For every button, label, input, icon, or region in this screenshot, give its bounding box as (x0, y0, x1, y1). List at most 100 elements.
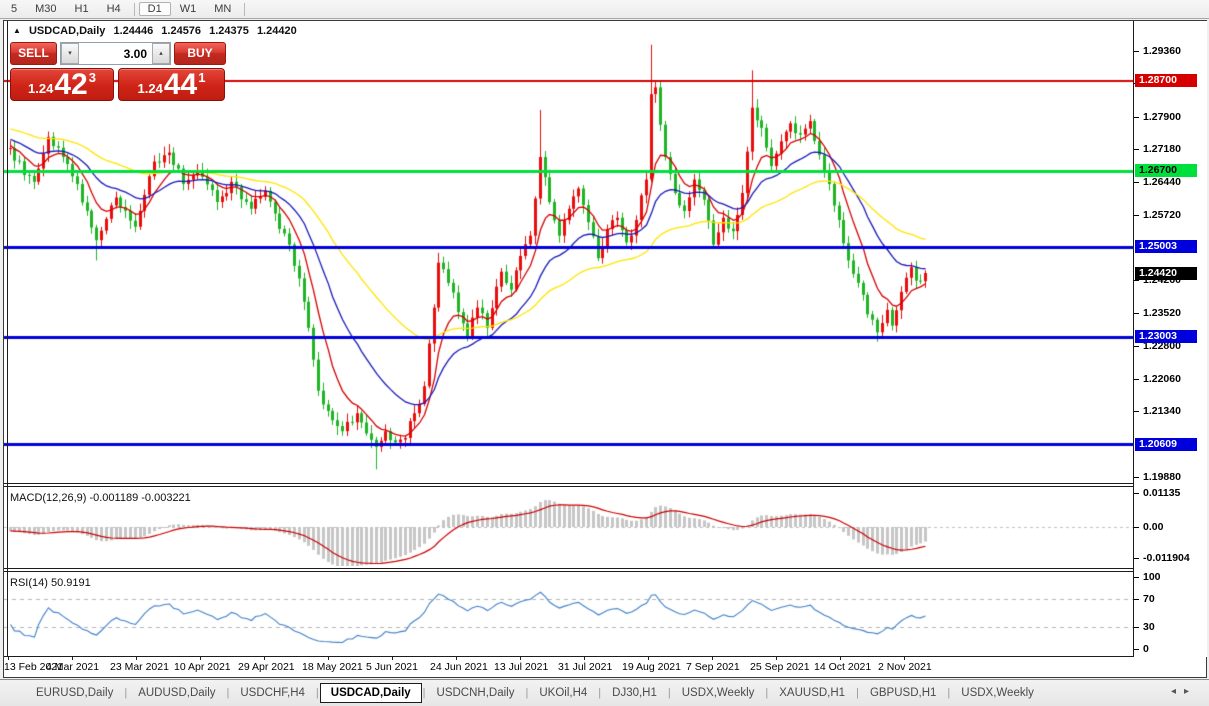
time-axis-tick (200, 657, 201, 660)
time-axis-tick (328, 657, 329, 660)
rsi-indicator-canvas[interactable] (4, 573, 1133, 655)
level-price-badge-1.20609: 1.20609 (1135, 438, 1197, 451)
volume-spinner: ▾ ▴ (60, 42, 171, 65)
macd-axis-label: 0.00 (1143, 521, 1163, 533)
level-price-badge-1.23003: 1.23003 (1135, 330, 1197, 343)
macd-axis-label: 0.01135 (1143, 487, 1180, 499)
price-axis-tick (1134, 215, 1139, 216)
rsi-label: RSI(14) 50.9191 (10, 577, 91, 589)
collapse-objects-icon[interactable]: ▲ (13, 26, 21, 35)
toolbar-separator (244, 3, 245, 16)
price-axis-tick (1134, 313, 1139, 314)
buy-price-pips: 44 (164, 72, 197, 98)
macd-pane-separator[interactable] (4, 483, 1207, 484)
chart-title: ▲ USDCAD,Daily 1.24446 1.24576 1.24375 1… (13, 25, 297, 37)
buy-price-display[interactable]: 1.24 44 1 (118, 68, 225, 101)
buy-button[interactable]: BUY (174, 42, 226, 65)
rsi-axis-label: 0 (1143, 643, 1149, 655)
level-price-badge-1.26700: 1.26700 (1135, 164, 1197, 177)
chart-tab-usdcnh-daily[interactable]: USDCNH,Daily (427, 683, 525, 703)
time-axis-tick (904, 657, 905, 660)
timeframe-button-mn[interactable]: MN (205, 2, 240, 16)
time-axis-date-label: 2 Nov 2021 (878, 661, 932, 673)
rsi-axis-tick (1134, 599, 1139, 600)
sell-price-display[interactable]: 1.24 42 3 (10, 68, 114, 101)
price-axis-tick (1134, 149, 1139, 150)
chart-tab-dj30-h1[interactable]: DJ30,H1 (602, 683, 667, 703)
macd-label: MACD(12,26,9) -0.001189 -0.003221 (10, 492, 191, 504)
time-axis-date-label: 7 Sep 2021 (686, 661, 740, 673)
time-axis-date-label: 29 Apr 2021 (238, 661, 295, 673)
price-axis-tick (1134, 182, 1139, 183)
price-axis-tick (1134, 117, 1139, 118)
chart-tab-audusd-daily[interactable]: AUDUSD,Daily (128, 683, 225, 703)
rsi-axis-tick (1134, 627, 1139, 628)
tab-scroll-left-icon[interactable]: ◂ (1171, 686, 1184, 697)
sell-button[interactable]: SELL (10, 42, 57, 65)
chart-tab-ukoil-h4[interactable]: UKOil,H4 (529, 683, 597, 703)
rsi-pane-separator[interactable] (4, 568, 1207, 569)
chart-tab-xauusd-h1[interactable]: XAUUSD,H1 (769, 683, 855, 703)
tab-scroll-arrows[interactable]: ◂▸ (1171, 686, 1197, 697)
time-axis-tick (840, 657, 841, 660)
time-axis-date-label: 31 Jul 2021 (558, 661, 612, 673)
time-axis-date-label: 19 Aug 2021 (622, 661, 681, 673)
rsi-axis-label: 70 (1143, 593, 1155, 605)
toolbar-separator (134, 3, 135, 16)
volume-increase-icon[interactable]: ▴ (152, 43, 170, 64)
volume-input[interactable] (79, 43, 152, 64)
time-axis-tick (456, 657, 457, 660)
macd-axis-label: -0.011904 (1143, 552, 1190, 564)
price-axis-tick (1134, 379, 1139, 380)
sell-price-point: 3 (89, 70, 96, 85)
sell-price-pips: 42 (54, 72, 87, 98)
chart-tab-bar: EURUSD,Daily|AUDUSD,Daily|USDCHF,H4|USDC… (0, 679, 1209, 706)
time-axis-date-label: 5 Jun 2021 (366, 661, 418, 673)
price-axis-label: 1.26440 (1143, 176, 1181, 188)
time-axis-tick (584, 657, 585, 660)
tab-scroll-right-icon[interactable]: ▸ (1184, 686, 1197, 697)
time-axis-tick (72, 657, 73, 660)
chart-tab-usdx-weekly[interactable]: USDX,Weekly (672, 683, 765, 703)
timeframe-button-w1[interactable]: W1 (171, 2, 206, 16)
price-axis-label: 1.27180 (1143, 143, 1181, 155)
time-axis-tick (136, 657, 137, 660)
volume-decrease-icon[interactable]: ▾ (61, 43, 79, 64)
time-axis-tick (648, 657, 649, 660)
timeframe-button-h4[interactable]: H4 (98, 2, 130, 16)
time-axis-date-label: 23 Mar 2021 (110, 661, 169, 673)
price-axis-label: 1.25720 (1143, 209, 1181, 221)
price-axis-label: 1.23520 (1143, 307, 1181, 319)
time-axis-date-label: 10 Apr 2021 (174, 661, 231, 673)
time-axis-tick (392, 657, 393, 660)
price-axis-tick (1134, 280, 1139, 281)
chart-tab-usdcad-daily[interactable]: USDCAD,Daily (320, 683, 422, 703)
rsi-pane-separator-2[interactable] (4, 571, 1207, 572)
timeframe-button-5[interactable]: 5 (2, 2, 26, 16)
ohlc-low: 1.24375 (209, 25, 249, 37)
ohlc-high: 1.24576 (161, 25, 201, 37)
buy-price-base: 1.24 (138, 81, 163, 96)
time-axis-date-label: 13 Jul 2021 (494, 661, 548, 673)
level-price-badge-1.28700: 1.28700 (1135, 74, 1197, 87)
chart-tab-eurusd-daily[interactable]: EURUSD,Daily (26, 683, 123, 703)
macd-pane-separator-2[interactable] (4, 486, 1207, 487)
chart-window-usdcad-daily: ▲ USDCAD,Daily 1.24446 1.24576 1.24375 1… (3, 20, 1207, 678)
chart-tab-usdchf-h4[interactable]: USDCHF,H4 (230, 683, 315, 703)
timeframe-button-d1[interactable]: D1 (139, 2, 171, 16)
time-axis-tick (520, 657, 521, 660)
sell-price-base: 1.24 (28, 81, 53, 96)
ohlc-open: 1.24446 (113, 25, 153, 37)
timeframe-toolbar: 5M30H1H4 D1W1MN (0, 0, 1209, 19)
timeframe-button-h1[interactable]: H1 (66, 2, 98, 16)
chart-tab-gbpusd-h1[interactable]: GBPUSD,H1 (860, 683, 946, 703)
timeframe-button-m30[interactable]: M30 (26, 2, 65, 16)
time-axis-date-label: 25 Sep 2021 (750, 661, 810, 673)
mt4-terminal: 5M30H1H4 D1W1MN ▲ USDCAD,Daily 1.24446 1.… (0, 0, 1209, 706)
price-axis[interactable]: 1.293601.286401.279001.271801.264401.257… (1134, 21, 1207, 657)
price-axis-label: 1.22060 (1143, 373, 1181, 385)
plot-left-border (7, 21, 8, 657)
rsi-axis-label: 30 (1143, 621, 1155, 633)
time-axis[interactable]: 13 Feb 20214 Mar 202123 Mar 202110 Apr 2… (4, 657, 1133, 677)
chart-tab-usdx-weekly[interactable]: USDX,Weekly (951, 683, 1044, 703)
